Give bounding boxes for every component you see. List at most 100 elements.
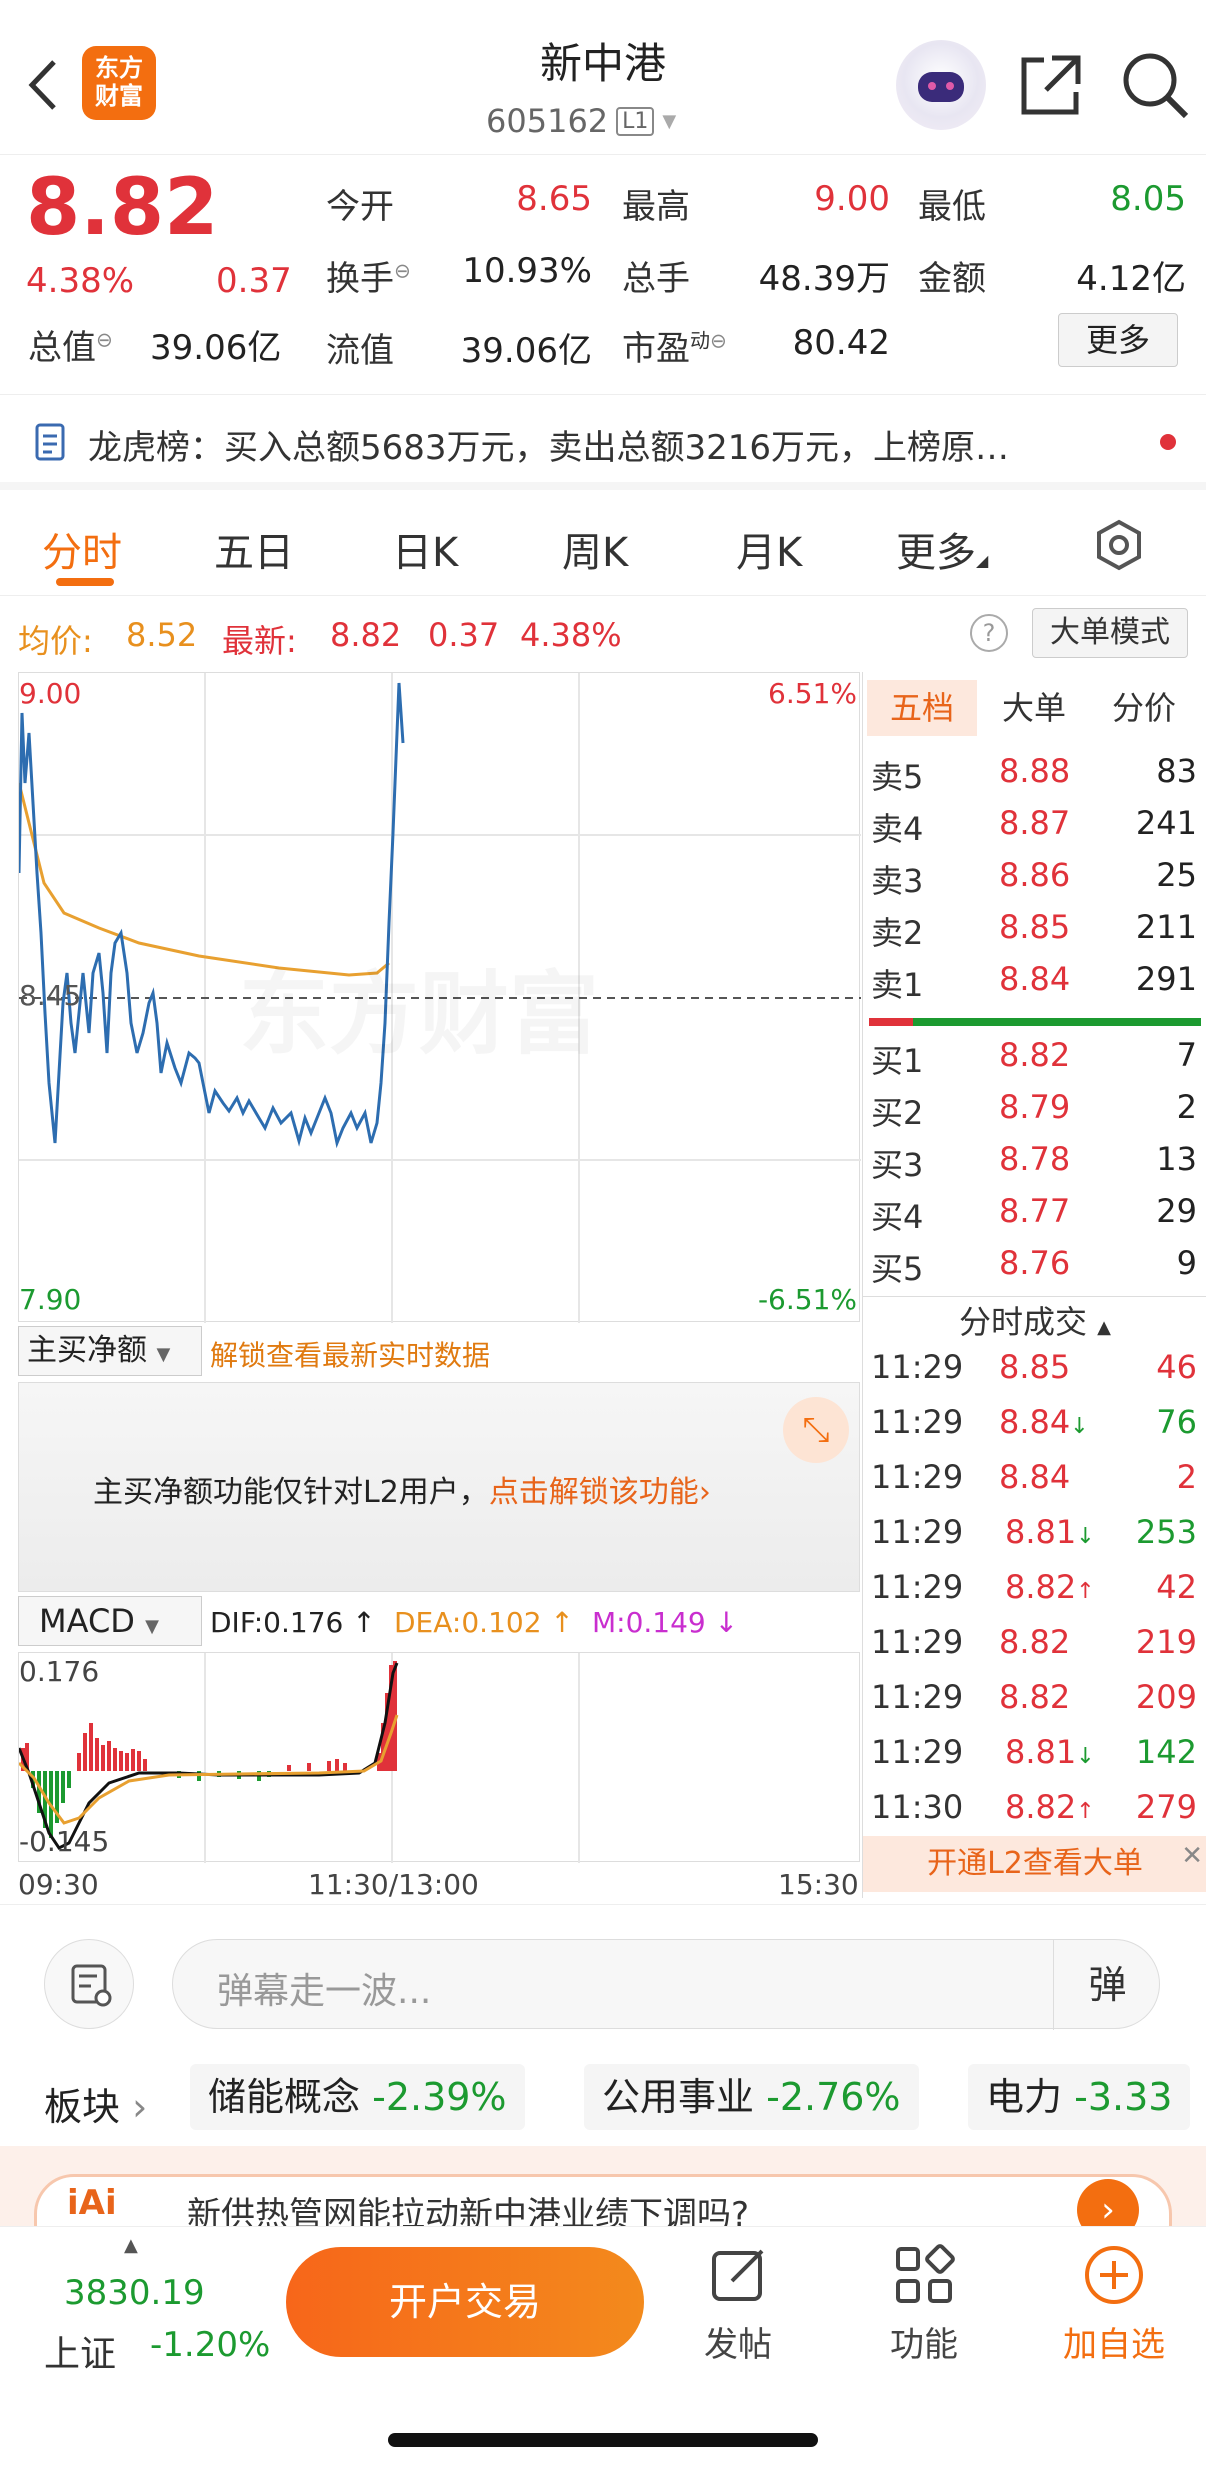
info-icon[interactable]: ⊖ xyxy=(96,328,113,352)
macd-chart[interactable]: 0.176 -0.145 xyxy=(18,1652,860,1863)
macd-select[interactable]: MACD ▼ xyxy=(18,1596,202,1646)
bids-list: 买1 8.82 7 买2 8.79 2 买3 8.78 13 买4 8.77 29 买5 8.76… xyxy=(863,1036,1206,1296)
ai-question-text: 新供热管网能拉动新中港业绩下调吗? xyxy=(187,2195,750,2226)
pe-label: 市盈动⊖ xyxy=(622,328,727,369)
stock-code: 605162 xyxy=(486,102,609,140)
open-label: 今开 xyxy=(326,187,394,227)
open-account-trade-button[interactable]: 开户交易 xyxy=(286,2247,644,2357)
tab-intraday[interactable]: 分时 xyxy=(42,520,122,578)
info-icon[interactable]: ⊖ xyxy=(710,329,727,353)
close-icon[interactable]: ✕ xyxy=(1181,1828,1203,1884)
search-icon[interactable] xyxy=(1120,50,1190,120)
open-value: 8.65 xyxy=(516,179,592,219)
tab-daily-k[interactable]: 日K xyxy=(392,520,458,578)
volume-value: 48.39万 xyxy=(758,259,890,299)
ask-row: 卖4 8.87 241 xyxy=(871,804,1197,848)
unlock-feature-link[interactable]: 点击解锁该功能 xyxy=(489,1475,699,1510)
notice-text: 龙虎榜：买入总额5683万元，卖出总额3216万元，上榜原… xyxy=(88,428,1010,468)
x-mid-label: 11:30/13:00 xyxy=(308,1868,479,1901)
ask-row: 卖5 8.88 83 xyxy=(871,752,1197,796)
last-pct: 4.38% xyxy=(520,616,622,654)
sector-chip[interactable]: 电力 -3.33 xyxy=(968,2064,1191,2130)
pct-max-label: 6.51% xyxy=(768,677,857,710)
help-icon[interactable]: ? xyxy=(970,614,1008,652)
stock-code-row[interactable]: 605162 L1 ▼ xyxy=(486,98,676,144)
index-ticker[interactable]: ▲ 3830.19 上证 -1.20% xyxy=(40,2235,280,2385)
dragon-tiger-notice[interactable]: 龙虎榜：买入总额5683万元，卖出总额3216万元，上榜原… xyxy=(0,396,1206,490)
settings-gear-icon[interactable] xyxy=(1092,518,1146,572)
corner-caret-icon: ◢ xyxy=(976,551,989,570)
float-label: 流值 xyxy=(326,331,394,371)
robot-assistant-icon[interactable] xyxy=(896,40,986,130)
tab-price-distribution[interactable]: 分价 xyxy=(1089,680,1199,736)
macd-dea: DEA:0.102 ↑ xyxy=(394,1606,574,1639)
danmaku-settings-icon[interactable] xyxy=(44,1939,134,2029)
document-icon xyxy=(34,422,70,462)
bottom-bar: ▲ 3830.19 上证 -1.20% 开户交易 发帖 功能 加自选 xyxy=(0,2226,1206,2474)
ticks-header[interactable]: 分时成交 ▲ xyxy=(863,1296,1206,1346)
add-to-watchlist-button[interactable]: 加自选 xyxy=(1050,2243,1178,2383)
change-pct: 4.38% xyxy=(26,261,135,301)
more-button[interactable]: 更多 xyxy=(1058,313,1178,367)
info-icon[interactable]: ⊖ xyxy=(394,259,411,283)
quote-panel: 8.82 4.38% 0.37 总值⊖ 39.06亿 今开 8.65 最高 9.… xyxy=(0,155,1206,395)
buy-sell-ratio-bar xyxy=(869,1018,1201,1026)
functions-button[interactable]: 功能 xyxy=(872,2243,976,2383)
sector-chip[interactable]: 公用事业 -2.76% xyxy=(584,2064,919,2130)
tab-monthly-k[interactable]: 月K xyxy=(736,520,802,578)
danmaku-toggle-icon[interactable]: 弹 xyxy=(1053,1940,1161,2030)
bid-row: 买1 8.82 7 xyxy=(871,1036,1197,1080)
macd-dif: DIF:0.176 ↑ xyxy=(210,1606,376,1639)
tick-row: 11:29 8.82 219 xyxy=(871,1623,1197,1661)
arrow-right-circle-icon[interactable]: › xyxy=(1077,2179,1139,2226)
tick-row: 11:29 8.82 209 xyxy=(871,1678,1197,1716)
comment-bar: 弹幕走一波... 弹 xyxy=(0,1904,1206,2054)
large-order-mode-button[interactable]: 大单模式 xyxy=(1032,608,1188,658)
index-pct: -1.20% xyxy=(150,2325,271,2365)
last-value: 8.82 xyxy=(330,616,402,654)
ai-question-banner[interactable]: iAi 新供热管网能拉动新中港业绩下调吗? › xyxy=(34,2174,1172,2226)
ask-row: 卖3 8.86 25 xyxy=(871,856,1197,900)
volume-label: 总手 xyxy=(622,259,690,299)
macd-bottom-label: -0.145 xyxy=(19,1825,110,1858)
comment-input[interactable]: 弹幕走一波... 弹 xyxy=(172,1939,1161,2030)
intraday-chart[interactable]: 东方财富 9.00 8.45 7.90 6.51% -6.51% xyxy=(18,672,861,1323)
last-label: 最新: xyxy=(222,622,297,660)
pct-min-label: -6.51% xyxy=(757,1283,857,1316)
ask-row: 卖2 8.85 211 xyxy=(871,908,1197,952)
locked-message: 主买净额功能仅针对L2用户，点击解锁该功能› xyxy=(93,1475,711,1510)
expand-icon[interactable]: ⤡ xyxy=(783,1397,849,1463)
period-tabs: 分时 五日 日K 周K 月K 更多◢ xyxy=(0,490,1206,596)
macd-top-label: 0.176 xyxy=(19,1655,100,1688)
post-button[interactable]: 发帖 xyxy=(686,2243,790,2383)
share-icon[interactable] xyxy=(1018,52,1084,118)
tab-five-day[interactable]: 五日 xyxy=(214,520,294,578)
tick-row: 11:29 8.85 46 xyxy=(871,1348,1197,1386)
mktcap-label: 总值⊖ xyxy=(28,327,113,368)
l2-upgrade-banner[interactable]: 开通L2查看大单 ✕ xyxy=(863,1836,1206,1892)
pe-value: 80.42 xyxy=(792,323,890,363)
sector-chip[interactable]: 储能概念 -2.39% xyxy=(190,2064,525,2130)
home-indicator xyxy=(388,2433,818,2447)
dropdown-caret-icon: ▼ xyxy=(156,1344,171,1365)
index-value: 3830.19 xyxy=(64,2273,205,2313)
avg-value: 8.52 xyxy=(126,616,198,654)
caret-down-icon: ▼ xyxy=(662,110,677,132)
sector-label[interactable]: 板块 › xyxy=(44,2076,147,2131)
unlock-realtime-link[interactable]: 解锁查看最新实时数据 xyxy=(210,1334,490,1374)
macd-chart-svg xyxy=(19,1653,580,1863)
tab-large-order[interactable]: 大单 xyxy=(979,680,1089,736)
tab-five-level[interactable]: 五档 xyxy=(867,680,977,736)
index-name: 上证 xyxy=(44,2334,117,2375)
tick-row: 11:29 8.81↓ 253 xyxy=(871,1513,1197,1551)
tab-weekly-k[interactable]: 周K xyxy=(562,520,628,578)
bid-row: 买2 8.79 2 xyxy=(871,1088,1197,1132)
bid-row: 买5 8.76 9 xyxy=(871,1244,1197,1288)
net-buy-select[interactable]: 主买净额 ▼ xyxy=(18,1326,202,1376)
mktcap-value: 39.06亿 xyxy=(150,328,282,368)
x-end-label: 15:30 xyxy=(778,1868,859,1901)
asks-list: 卖5 8.88 83 卖4 8.87 241 卖3 8.86 25 卖2 8.85 211 卖1… xyxy=(863,752,1206,1012)
low-value: 8.05 xyxy=(1110,179,1186,219)
tick-row: 11:29 8.81↓ 142 xyxy=(871,1733,1197,1771)
tab-more[interactable]: 更多◢ xyxy=(896,520,988,578)
